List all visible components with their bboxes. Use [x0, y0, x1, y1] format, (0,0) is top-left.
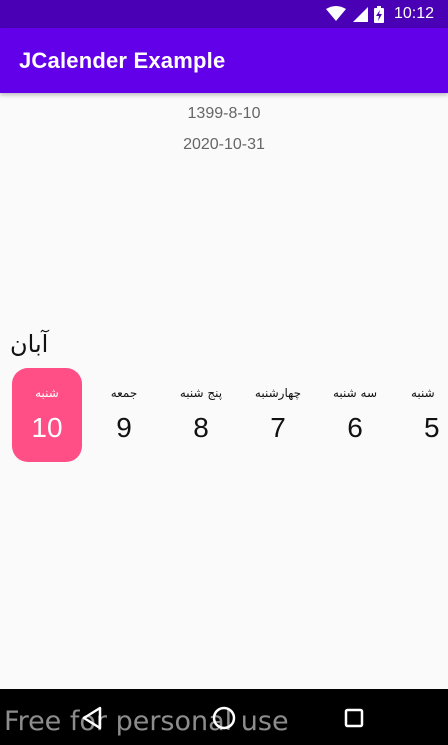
status-bar: 10:12 — [0, 0, 448, 28]
day-number: 5 — [424, 412, 440, 443]
day-name: پنج شنبه — [179, 386, 223, 400]
wifi-icon — [325, 6, 346, 21]
day-name: شنبه — [411, 386, 435, 400]
status-time: 10:12 — [393, 5, 434, 22]
persian-date: 1399-8-10 — [187, 105, 261, 122]
app-bar: JCalender Example — [0, 28, 448, 93]
day-name: سه شنبه — [332, 386, 378, 400]
back-icon[interactable] — [78, 703, 108, 733]
day-name: شنبه — [35, 386, 59, 400]
day-number: 7 — [270, 412, 286, 443]
status-icons: 10:12 — [325, 0, 434, 28]
day-number: 8 — [193, 412, 209, 443]
day-name: چهارشنبه — [254, 386, 302, 400]
day-name: جمعه — [110, 386, 138, 400]
cell-signal-icon — [352, 7, 368, 22]
home-icon[interactable] — [209, 703, 239, 733]
day-cell[interactable]: جمعه 9 — [89, 368, 159, 462]
day-cell[interactable]: سه شنبه 6 — [320, 368, 390, 462]
gregorian-date: 2020-10-31 — [183, 136, 265, 153]
battery-charging-icon — [373, 5, 384, 23]
day-cell-partial[interactable]: شنبه 5 — [397, 368, 448, 462]
app-title: JCalender Example — [19, 48, 226, 73]
day-number: 9 — [116, 412, 132, 443]
month-label: آبان — [10, 330, 49, 358]
recents-icon[interactable] — [339, 703, 369, 733]
day-cell[interactable]: چهارشنبه 7 — [243, 368, 313, 462]
day-cell[interactable]: پنج شنبه 8 — [166, 368, 236, 462]
day-number: 6 — [347, 412, 363, 443]
day-number: 10 — [31, 412, 63, 443]
navigation-bar — [0, 689, 448, 745]
day-cell-selected[interactable]: شنبه 10 — [12, 368, 82, 462]
